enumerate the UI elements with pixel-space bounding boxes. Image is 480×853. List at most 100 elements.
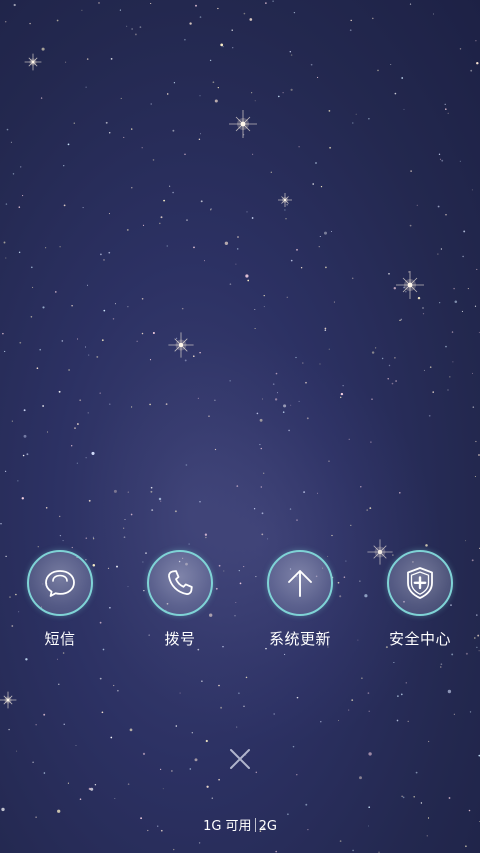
star — [474, 305, 477, 307]
star — [339, 396, 342, 399]
star — [427, 740, 430, 743]
star — [349, 29, 352, 32]
star — [58, 683, 60, 685]
star — [71, 546, 73, 549]
star — [420, 802, 423, 804]
star — [87, 412, 89, 414]
star — [184, 153, 186, 155]
shortcut-security-center[interactable]: 安全中心 — [360, 550, 480, 649]
star — [117, 689, 119, 692]
shortcut-dialer[interactable]: 拨号 — [120, 550, 240, 649]
star — [251, 92, 253, 94]
star — [76, 462, 78, 464]
star — [256, 412, 259, 415]
star — [339, 840, 342, 842]
star — [400, 318, 403, 321]
star — [45, 507, 48, 509]
star — [76, 423, 79, 425]
system-update-button[interactable] — [267, 550, 333, 616]
star — [79, 399, 82, 402]
star — [211, 797, 214, 799]
star — [296, 696, 299, 699]
dialer-button[interactable] — [147, 550, 213, 616]
star — [127, 783, 130, 785]
star — [39, 348, 41, 351]
star — [198, 842, 201, 844]
star — [210, 208, 212, 210]
star — [247, 279, 250, 282]
star — [17, 480, 19, 482]
star — [88, 499, 91, 502]
star — [204, 260, 205, 262]
star — [277, 392, 278, 394]
star — [5, 257, 7, 259]
star — [399, 319, 401, 322]
star — [236, 485, 239, 487]
network-available-text: 1G 可用 — [203, 819, 252, 834]
star — [92, 538, 95, 540]
star — [204, 533, 208, 536]
star — [296, 774, 298, 776]
star — [67, 143, 70, 146]
star — [42, 405, 44, 407]
star — [445, 108, 447, 110]
star — [350, 19, 352, 22]
star — [101, 711, 104, 714]
star — [259, 418, 263, 422]
star — [110, 736, 113, 739]
star — [261, 533, 264, 536]
star — [409, 224, 412, 227]
star — [290, 404, 292, 406]
star — [37, 546, 39, 548]
star — [310, 63, 313, 66]
star — [139, 26, 142, 28]
star — [123, 136, 125, 138]
star — [350, 524, 352, 527]
star — [328, 110, 331, 112]
star — [445, 214, 447, 216]
star — [160, 500, 162, 502]
star — [172, 191, 174, 194]
star — [260, 447, 262, 450]
star — [393, 662, 395, 663]
star — [377, 69, 379, 72]
star — [381, 357, 384, 360]
star — [188, 543, 190, 545]
star — [42, 306, 45, 309]
star — [160, 216, 163, 219]
star — [98, 1, 100, 4]
star — [390, 63, 392, 66]
star — [205, 739, 208, 743]
star — [166, 93, 169, 95]
shortcut-system-update[interactable]: 系统更新 — [240, 550, 360, 649]
star — [220, 43, 224, 47]
star — [243, 705, 245, 707]
star — [63, 723, 65, 725]
star — [205, 536, 207, 539]
star — [218, 684, 220, 687]
star — [449, 376, 451, 378]
star — [292, 745, 295, 748]
star — [275, 372, 278, 375]
star — [217, 7, 219, 10]
star — [189, 22, 192, 25]
star — [218, 778, 220, 781]
star — [331, 534, 333, 537]
shortcut-messages[interactable]: 短信 — [0, 550, 120, 649]
star — [282, 92, 284, 94]
star — [261, 512, 264, 515]
star — [320, 185, 323, 188]
star — [123, 527, 125, 529]
star — [415, 771, 418, 774]
star — [59, 246, 61, 248]
star — [236, 726, 238, 728]
security-center-button[interactable] — [387, 550, 453, 616]
messages-button[interactable] — [27, 550, 93, 616]
star — [467, 288, 469, 290]
bright-star — [0, 691, 17, 709]
star — [162, 788, 164, 790]
star — [370, 441, 372, 443]
close-icon[interactable] — [228, 747, 252, 771]
star — [88, 787, 91, 791]
star — [150, 103, 152, 105]
